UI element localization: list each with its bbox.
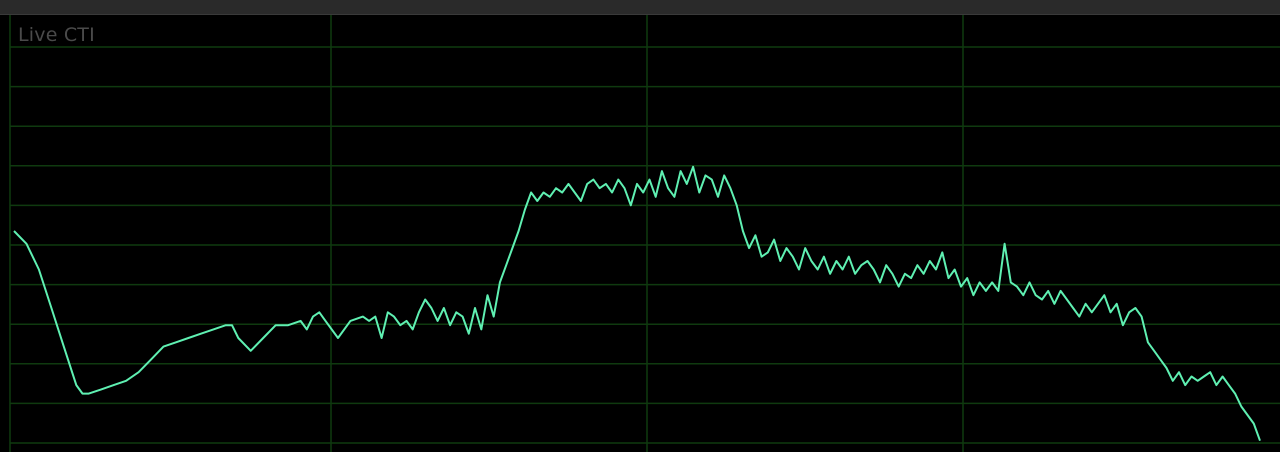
trace-layer [13,165,1261,442]
grid-layer [9,15,1280,452]
scope-window: Live CTI [0,0,1280,452]
window-top-strip [0,0,1280,15]
scope-plot [9,15,1280,452]
panel-title: Live CTI [18,24,95,46]
scope-panel: Live CTI [0,15,1280,452]
trace-line-0 [13,165,1261,442]
